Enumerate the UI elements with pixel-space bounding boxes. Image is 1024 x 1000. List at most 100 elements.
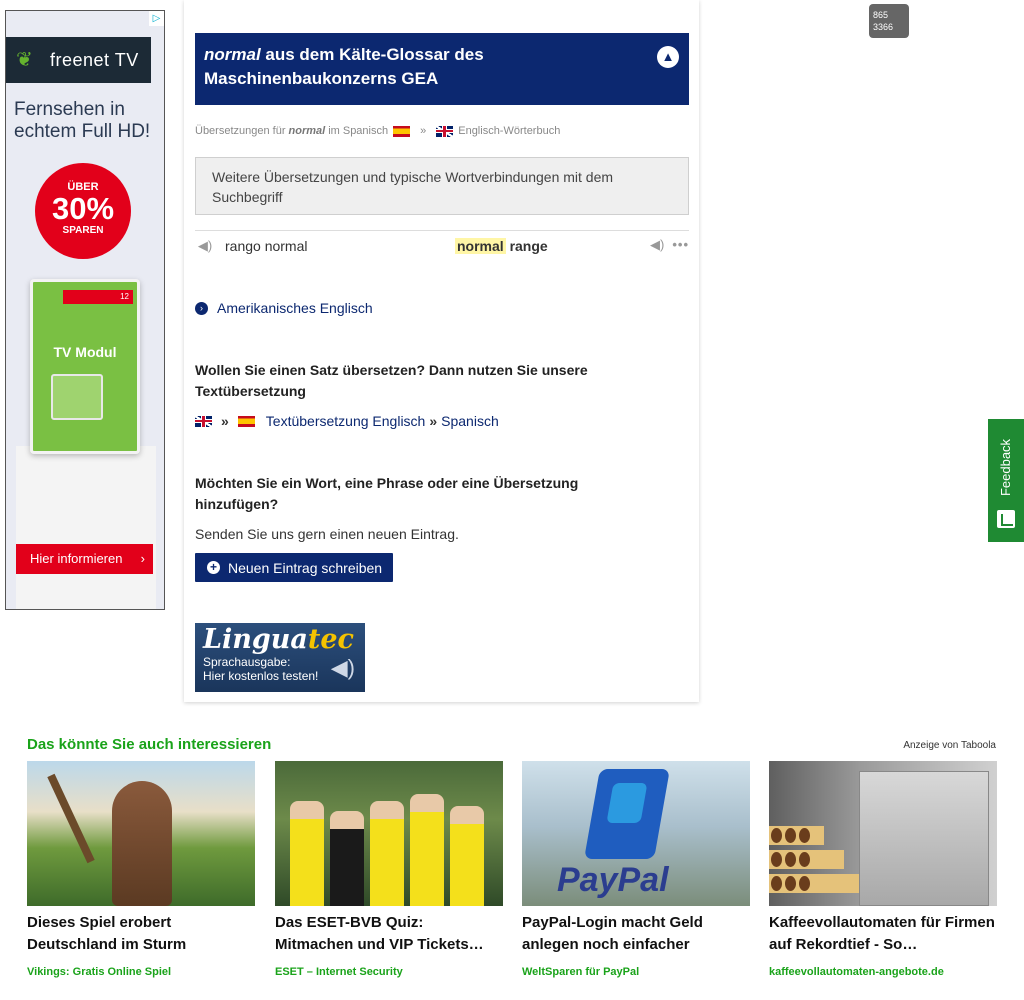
product-title: TV Modul <box>53 344 117 360</box>
recommendation-card[interactable]: PayPal PayPal-Login macht Geld anlegen n… <box>522 761 750 978</box>
card-headline: Dieses Spiel erobert Deutschland im Stur… <box>27 914 187 953</box>
separator: » <box>429 413 438 429</box>
more-translations-box[interactable]: Weitere Übersetzungen und typische Wortv… <box>195 157 689 215</box>
spain-flag-icon <box>393 125 411 137</box>
result-actions: ◀) ••• <box>650 237 689 253</box>
plus-icon: + <box>207 561 220 574</box>
card-source: ESET – Internet Security <box>275 966 403 978</box>
card-source: Vikings: Gratis Online Spiel <box>27 966 172 978</box>
result-spanish[interactable]: rango normal <box>225 238 455 254</box>
banner-title: normal aus dem Kälte-Glossar des Maschin… <box>204 43 634 91</box>
tv-module-box: 12 TV Modul <box>30 279 140 454</box>
card-source: WeltSparen für PayPal <box>522 966 640 978</box>
text-translation-label: Textübersetzung Englisch <box>265 413 426 429</box>
text-translation-link[interactable]: » Textübersetzung Englisch » Spanisch <box>195 413 499 429</box>
recommendation-card[interactable]: Kaffeevollautomaten für Firmen auf Rekor… <box>769 761 997 978</box>
recommendation-card[interactable]: Das ESET-BVB Quiz: Mitmachen und VIP Tic… <box>275 761 503 978</box>
separator: » <box>221 413 229 429</box>
badge-percent: 30% <box>51 191 115 226</box>
paypal-logo-text: PayPal <box>557 861 669 899</box>
american-english-label: Amerikanisches Englisch <box>217 300 373 316</box>
coffee-bar <box>769 826 824 845</box>
ad-brand: freenet TV <box>50 49 139 70</box>
taboola-ads-label[interactable]: Anzeige von Taboola <box>903 740 996 751</box>
product-pedestal <box>16 446 156 609</box>
speaker-icon: ◀) <box>330 655 355 680</box>
discount-badge: ÜBER 30% SPAREN <box>35 163 131 259</box>
ci-card-image <box>51 374 103 420</box>
coffee-machine-shape <box>859 771 989 906</box>
result-english[interactable]: normal range <box>455 237 548 254</box>
game-warrior-image <box>27 761 255 906</box>
feedback-label-wrap: Feedback <box>988 427 1024 507</box>
card-headline: Kaffeevollautomaten für Firmen auf Rekor… <box>769 914 995 953</box>
more-translations-text: Weitere Übersetzungen und typische Wortv… <box>212 169 614 205</box>
banner-term: normal <box>204 45 261 64</box>
card-headline: Das ESET-BVB Quiz: Mitmachen und VIP Tic… <box>275 914 484 953</box>
player-figure <box>450 806 484 906</box>
speaker-icon[interactable]: ◀) <box>195 238 215 254</box>
linguatec-logo: Linguatec <box>203 625 357 655</box>
breadcrumb-separator: » <box>420 125 427 137</box>
paypal-building-image: PayPal <box>522 761 750 906</box>
speaker-icon[interactable]: ◀) <box>650 237 664 253</box>
chevron-up-icon[interactable]: ▲ <box>657 46 679 68</box>
chevron-right-icon: › <box>195 301 208 315</box>
feedback-chart-icon <box>997 510 1015 528</box>
coffee-machine-image <box>769 761 997 906</box>
logo-part-b: tec <box>307 624 354 655</box>
uk-flag-icon <box>436 125 454 137</box>
breadcrumb-middle: im Spanisch <box>328 125 389 137</box>
freenet-tv-ad[interactable]: ▷ ❦ freenet TV Fernsehen in echtem Full … <box>5 10 165 610</box>
counter-line-2: 3366 <box>873 22 894 32</box>
adchoices-icon[interactable]: ▷ <box>149 11 164 26</box>
card-headline: PayPal-Login macht Geld anlegen noch ein… <box>522 914 703 953</box>
translation-result-row: ◀) rango normal normal range ◀) ••• <box>195 230 689 260</box>
feedback-tab[interactable]: Feedback <box>988 419 1024 542</box>
player-figure <box>290 801 324 906</box>
product-tag: 12 <box>63 290 133 304</box>
spain-flag-icon <box>237 415 255 427</box>
coffee-bar <box>769 874 859 893</box>
dictionary-card: normal aus dem Kälte-Glossar des Maschin… <box>184 0 699 702</box>
warrior-figure <box>112 781 172 906</box>
ad-headline: Fernsehen in echtem Full HD! <box>14 99 151 142</box>
recommendation-card[interactable]: Dieses Spiel erobert Deutschland im Stur… <box>27 761 255 978</box>
add-entry-heading: Möchten Sie ein Wort, eine Phrase oder e… <box>195 475 579 512</box>
result-english-rest: range <box>505 237 548 254</box>
linguatec-ad[interactable]: Linguatec Sprachausgabe: Hier kostenlos … <box>195 623 365 692</box>
american-english-link[interactable]: › Amerikanisches Englisch <box>195 300 373 316</box>
player-figure <box>370 801 404 906</box>
ad-counter-badge: 865 3366 <box>869 4 909 38</box>
football-team-image <box>275 761 503 906</box>
new-entry-button[interactable]: + Neuen Eintrag schreiben <box>195 553 393 582</box>
new-entry-label: Neuen Eintrag schreiben <box>228 559 383 576</box>
chevron-right-icon: › <box>140 551 145 566</box>
ad-cta-label: Hier informieren <box>30 551 123 566</box>
ad-cta-button[interactable]: Hier informieren › <box>16 544 153 574</box>
glossary-banner: normal aus dem Kälte-Glossar des Maschin… <box>195 33 689 105</box>
result-highlight: normal <box>455 237 506 254</box>
player-figure <box>410 794 444 906</box>
coffee-bar <box>769 850 844 869</box>
card-source: kaffeevollautomaten-angebote.de <box>769 966 944 978</box>
freenet-logo: ❦ freenet TV <box>6 37 151 83</box>
axe-shape <box>47 773 95 864</box>
breadcrumb-dictionary[interactable]: Englisch-Wörterbuch <box>458 125 560 137</box>
uk-flag-icon <box>195 415 212 427</box>
breadcrumb: Übersetzungen für normal im Spanisch » E… <box>195 125 560 137</box>
breadcrumb-prefix: Übersetzungen für <box>195 125 286 137</box>
paypal-p-logo <box>584 769 670 859</box>
counter-line-1: 865 <box>873 10 889 20</box>
text-translation-target: Spanisch <box>441 413 499 429</box>
more-options-icon[interactable]: ••• <box>672 237 689 253</box>
player-figure <box>330 811 364 906</box>
feedback-label: Feedback <box>998 438 1014 496</box>
sentence-translation-heading: Wollen Sie einen Satz übersetzen? Dann n… <box>195 362 588 399</box>
logo-part-a: Lingua <box>203 624 308 655</box>
add-entry-subtext: Senden Sie uns gern einen neuen Eintrag. <box>195 526 459 542</box>
badge-line-3: SPAREN <box>62 225 104 236</box>
breadcrumb-term: normal <box>288 125 326 137</box>
recommendations-title: Das könnte Sie auch interessieren <box>27 736 272 753</box>
freenet-mark-icon: ❦ <box>16 49 33 71</box>
